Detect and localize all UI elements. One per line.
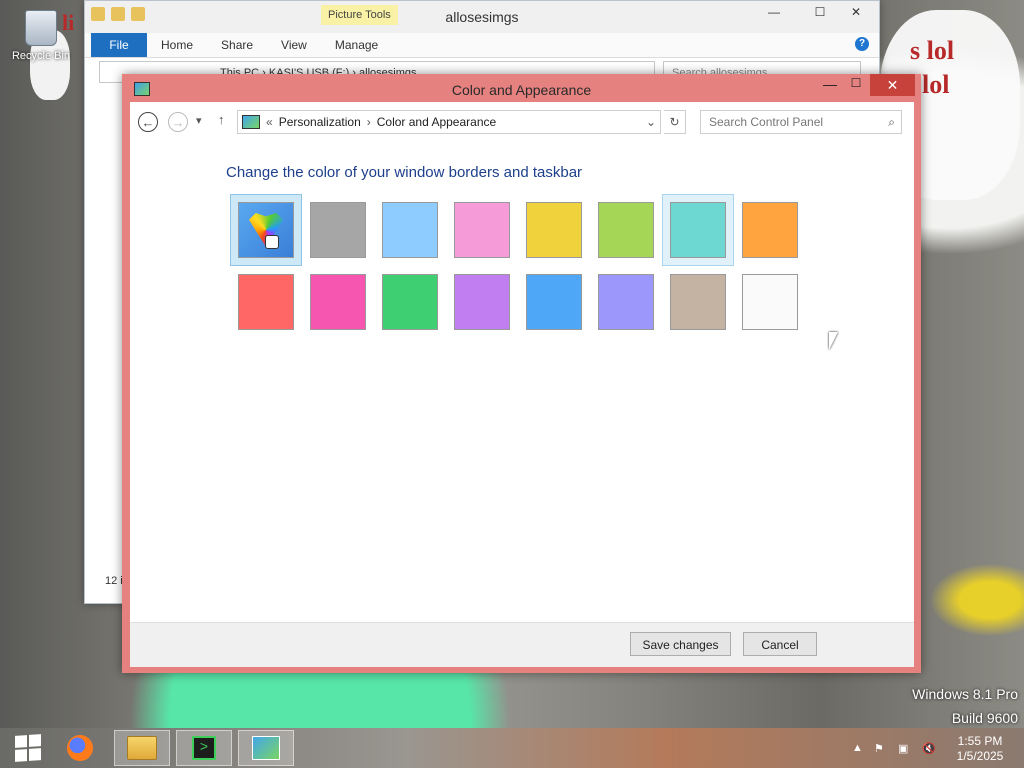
action-center-flag-icon[interactable]: ⚑: [874, 742, 884, 755]
minimize-button[interactable]: —: [759, 1, 789, 23]
color-swatch-orange[interactable]: [734, 194, 806, 266]
breadcrumb-separator-icon[interactable]: ›: [367, 115, 371, 129]
maximize-button[interactable]: ☐: [805, 1, 835, 23]
color-swatch-lime[interactable]: [590, 194, 662, 266]
color-swatch-pink[interactable]: [446, 194, 518, 266]
color-swatch-fill: [454, 202, 510, 258]
desktop-icon-recycle-bin[interactable]: Recycle Bin: [6, 8, 76, 62]
color-swatch-blue[interactable]: [518, 266, 590, 338]
navigation-bar: ← → ▾ ↑ « Personalization › Color and Ap…: [130, 102, 914, 144]
tab-view[interactable]: View: [267, 38, 321, 52]
tab-home[interactable]: Home: [147, 38, 207, 52]
control-panel-icon: [252, 736, 280, 760]
volume-muted-icon[interactable]: 🔇: [922, 742, 936, 755]
color-swatch-green[interactable]: [374, 266, 446, 338]
color-swatch-fill: [526, 202, 582, 258]
breadcrumb-overflow[interactable]: «: [266, 115, 273, 129]
hand-icon: [265, 235, 279, 249]
tab-manage[interactable]: Manage: [321, 38, 392, 52]
windows-build-watermark: Build 9600: [951, 710, 1018, 726]
explorer-status-text: 12 i: [105, 575, 123, 587]
color-swatch-fill: [742, 202, 798, 258]
page-heading: Change the color of your window borders …: [226, 164, 583, 181]
color-swatch-red[interactable]: [230, 266, 302, 338]
color-swatch-fill: [238, 274, 294, 330]
breadcrumb-color-appearance[interactable]: Color and Appearance: [377, 115, 496, 129]
color-swatch-white[interactable]: [734, 266, 806, 338]
color-swatch-periwinkle[interactable]: [590, 266, 662, 338]
taskbar: > ▲ ⚑ ▣ 🔇 1:55 PM 1/5/2025: [0, 728, 1024, 768]
taskbar-file-explorer[interactable]: [114, 730, 170, 766]
recycle-bin-label: Recycle Bin: [11, 50, 71, 62]
color-swatch-fill: [670, 274, 726, 330]
recycle-bin-icon: [25, 10, 57, 46]
color-swatch-fill: [670, 202, 726, 258]
color-swatch-yellow[interactable]: [518, 194, 590, 266]
help-icon[interactable]: ?: [855, 37, 869, 51]
color-swatch-fill: [598, 202, 654, 258]
start-button[interactable]: [0, 730, 56, 766]
tab-share[interactable]: Share: [207, 38, 267, 52]
cancel-button[interactable]: Cancel: [743, 632, 817, 656]
clock-date: 1/5/2025: [956, 749, 1004, 763]
color-swatch-magenta[interactable]: [302, 266, 374, 338]
color-swatch-teal[interactable]: [662, 194, 734, 266]
explorer-titlebar[interactable]: Picture Tools allosesimgs — ☐ ✕: [85, 1, 879, 33]
color-swatch-light-blue[interactable]: [374, 194, 446, 266]
up-arrow-icon[interactable]: ↑: [218, 112, 225, 127]
color-appearance-window[interactable]: Color and Appearance — ☐ ✕ ← → ▾ ↑ « Per…: [122, 74, 921, 673]
color-swatch-taupe[interactable]: [662, 266, 734, 338]
dialog-footer: Save changes Cancel: [130, 622, 914, 667]
search-control-panel-input[interactable]: Search Control Panel ⌕: [700, 110, 902, 134]
close-button[interactable]: ✕: [870, 74, 915, 96]
recent-locations-chevron-icon[interactable]: ▾: [196, 114, 202, 127]
system-clock[interactable]: 1:55 PM 1/5/2025: [950, 734, 1010, 764]
clock-time: 1:55 PM: [957, 734, 1003, 748]
network-icon[interactable]: ▣: [898, 742, 908, 755]
folder-icon: [127, 736, 157, 760]
window-title: Color and Appearance: [451, 82, 592, 98]
color-swatch-fill: [310, 202, 366, 258]
show-hidden-icons-chevron-icon[interactable]: ▲: [852, 742, 863, 754]
window-content: ← → ▾ ↑ « Personalization › Color and Ap…: [130, 102, 914, 667]
ribbon-tabs: File Home Share View Manage ?: [85, 33, 879, 58]
control-panel-icon: [242, 115, 260, 129]
address-dropdown-chevron-icon[interactable]: ⌄: [646, 115, 656, 129]
terminal-icon: >: [192, 736, 216, 760]
wallpaper-text: s lol: [910, 36, 955, 65]
color-swatch-gray[interactable]: [302, 194, 374, 266]
back-arrow-icon[interactable]: ←: [138, 112, 158, 132]
wallpaper-text: lol: [922, 70, 950, 99]
taskbar-control-panel[interactable]: [238, 730, 294, 766]
refresh-icon[interactable]: ↻: [664, 110, 686, 134]
minimize-button[interactable]: —: [818, 76, 842, 96]
color-swatch-fill: [382, 274, 438, 330]
color-swatch-fill: [310, 274, 366, 330]
color-swatch-purple[interactable]: [446, 266, 518, 338]
color-swatch-fill: [598, 274, 654, 330]
address-bar[interactable]: « Personalization › Color and Appearance…: [237, 110, 661, 134]
breadcrumb-personalization[interactable]: Personalization: [279, 115, 361, 129]
color-swatch-fill: [238, 202, 294, 258]
search-icon[interactable]: ⌕: [888, 111, 895, 133]
color-swatch-automatic[interactable]: [230, 194, 302, 266]
color-swatch-fill: [382, 202, 438, 258]
forward-arrow-icon[interactable]: →: [168, 112, 188, 132]
firefox-icon: [67, 735, 93, 761]
color-swatch-fill: [526, 274, 582, 330]
search-placeholder: Search Control Panel: [709, 115, 824, 129]
taskbar-terminal[interactable]: >: [176, 730, 232, 766]
color-swatch-fill: [454, 274, 510, 330]
taskbar-firefox[interactable]: [52, 730, 108, 766]
save-changes-button[interactable]: Save changes: [630, 632, 731, 656]
windows-logo-icon: [15, 734, 41, 762]
color-swatch-fill: [742, 274, 798, 330]
maximize-button[interactable]: ☐: [844, 76, 868, 96]
tab-file[interactable]: File: [91, 33, 147, 57]
close-button[interactable]: ✕: [841, 1, 871, 23]
windows-version-watermark: Windows 8.1 Pro: [912, 686, 1018, 702]
